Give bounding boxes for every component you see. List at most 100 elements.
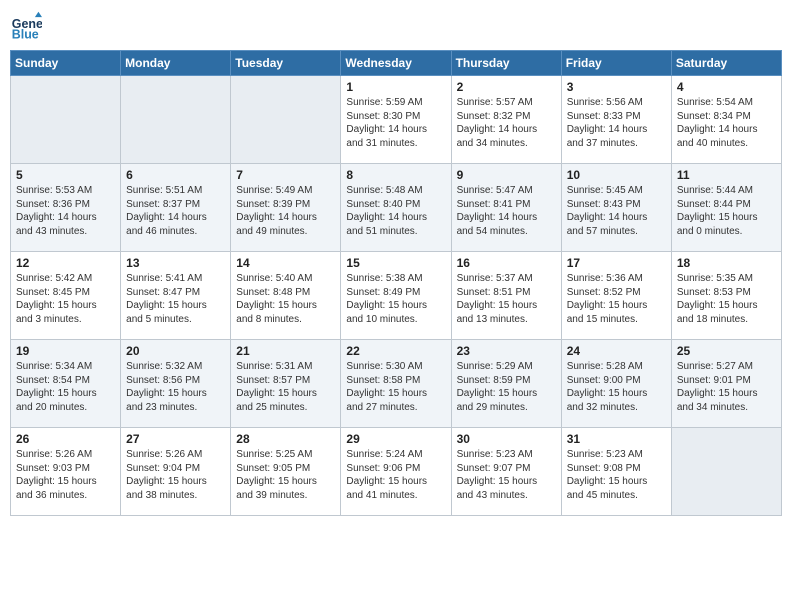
day-number: 15 <box>346 256 445 270</box>
day-number: 31 <box>567 432 666 446</box>
day-info: Sunrise: 5:53 AM Sunset: 8:36 PM Dayligh… <box>16 184 115 238</box>
calendar-cell: 5Sunrise: 5:53 AM Sunset: 8:36 PM Daylig… <box>11 164 121 252</box>
day-number: 11 <box>677 168 776 182</box>
weekday-header-saturday: Saturday <box>671 51 781 76</box>
calendar-table: SundayMondayTuesdayWednesdayThursdayFrid… <box>10 50 782 516</box>
day-info: Sunrise: 5:23 AM Sunset: 9:07 PM Dayligh… <box>457 448 556 502</box>
day-info: Sunrise: 5:45 AM Sunset: 8:43 PM Dayligh… <box>567 184 666 238</box>
day-info: Sunrise: 5:27 AM Sunset: 9:01 PM Dayligh… <box>677 360 776 414</box>
day-number: 26 <box>16 432 115 446</box>
calendar-cell <box>121 76 231 164</box>
calendar-cell: 4 Sunrise: 5:54 AM Sunset: 8:34 PM Daylig… <box>671 76 781 164</box>
logo: General Blue <box>10 10 46 42</box>
day-info: Sunrise: 5:49 AM Sunset: 8:39 PM Dayligh… <box>236 184 335 238</box>
calendar-cell: 19 Sunrise: 5:34 AM Sunset: 8:54 PM Dayli… <box>11 340 121 428</box>
day-number: 29 <box>346 432 445 446</box>
day-info: Sunrise: 5:25 AM Sunset: 9:05 PM Dayligh… <box>236 448 335 502</box>
day-info: Sunrise: 5:51 AM Sunset: 8:37 PM Dayligh… <box>126 184 225 238</box>
calendar-cell: 17 Sunrise: 5:36 AM Sunset: 8:52 PM Dayli… <box>561 252 671 340</box>
calendar-week-2: 5Sunrise: 5:53 AM Sunset: 8:36 PM Daylig… <box>11 164 782 252</box>
svg-text:Blue: Blue <box>12 27 39 41</box>
day-info: Sunrise: 5:31 AM Sunset: 8:57 PM Dayligh… <box>236 360 335 414</box>
day-info: Sunrise: 5:24 AM Sunset: 9:06 PM Dayligh… <box>346 448 445 502</box>
calendar-cell: 14 Sunrise: 5:40 AM Sunset: 8:48 PM Dayli… <box>231 252 341 340</box>
calendar-cell: 2Sunrise: 5:57 AM Sunset: 8:32 PM Daylig… <box>451 76 561 164</box>
day-number: 17 <box>567 256 666 270</box>
calendar-cell: 23 Sunrise: 5:29 AM Sunset: 8:59 PM Dayli… <box>451 340 561 428</box>
day-number: 23 <box>457 344 556 358</box>
day-info: Sunrise: 5:41 AM Sunset: 8:47 PM Dayligh… <box>126 272 225 326</box>
calendar-cell: 3Sunrise: 5:56 AM Sunset: 8:33 PM Daylig… <box>561 76 671 164</box>
calendar-cell: 26 Sunrise: 5:26 AM Sunset: 9:03 PM Dayli… <box>11 428 121 516</box>
calendar-cell: 31 Sunrise: 5:23 AM Sunset: 9:08 PM Dayli… <box>561 428 671 516</box>
page-header: General Blue <box>10 10 782 42</box>
day-number: 28 <box>236 432 335 446</box>
day-number: 9 <box>457 168 556 182</box>
day-info: Sunrise: 5:26 AM Sunset: 9:04 PM Dayligh… <box>126 448 225 502</box>
calendar-week-5: 26 Sunrise: 5:26 AM Sunset: 9:03 PM Dayli… <box>11 428 782 516</box>
calendar-cell: 24 Sunrise: 5:28 AM Sunset: 9:00 PM Dayli… <box>561 340 671 428</box>
calendar-cell: 29 Sunrise: 5:24 AM Sunset: 9:06 PM Dayli… <box>341 428 451 516</box>
day-number: 13 <box>126 256 225 270</box>
day-info: Sunrise: 5:37 AM Sunset: 8:51 PM Dayligh… <box>457 272 556 326</box>
calendar-cell: 7 Sunrise: 5:49 AM Sunset: 8:39 PM Daylig… <box>231 164 341 252</box>
calendar-cell: 15 Sunrise: 5:38 AM Sunset: 8:49 PM Dayli… <box>341 252 451 340</box>
day-info: Sunrise: 5:34 AM Sunset: 8:54 PM Dayligh… <box>16 360 115 414</box>
day-number: 18 <box>677 256 776 270</box>
day-info: Sunrise: 5:29 AM Sunset: 8:59 PM Dayligh… <box>457 360 556 414</box>
day-info: Sunrise: 5:42 AM Sunset: 8:45 PM Dayligh… <box>16 272 115 326</box>
day-info: Sunrise: 5:47 AM Sunset: 8:41 PM Dayligh… <box>457 184 556 238</box>
day-number: 19 <box>16 344 115 358</box>
calendar-cell: 8 Sunrise: 5:48 AM Sunset: 8:40 PM Daylig… <box>341 164 451 252</box>
calendar-cell <box>231 76 341 164</box>
day-info: Sunrise: 5:57 AM Sunset: 8:32 PM Dayligh… <box>457 96 556 150</box>
day-info: Sunrise: 5:59 AM Sunset: 8:30 PM Dayligh… <box>346 96 445 150</box>
day-number: 10 <box>567 168 666 182</box>
day-info: Sunrise: 5:48 AM Sunset: 8:40 PM Dayligh… <box>346 184 445 238</box>
day-info: Sunrise: 5:32 AM Sunset: 8:56 PM Dayligh… <box>126 360 225 414</box>
day-number: 6 <box>126 168 225 182</box>
calendar-cell: 10 Sunrise: 5:45 AM Sunset: 8:43 PM Dayli… <box>561 164 671 252</box>
day-number: 3 <box>567 80 666 94</box>
calendar-cell: 11 Sunrise: 5:44 AM Sunset: 8:44 PM Dayli… <box>671 164 781 252</box>
day-number: 14 <box>236 256 335 270</box>
day-info: Sunrise: 5:38 AM Sunset: 8:49 PM Dayligh… <box>346 272 445 326</box>
calendar-cell: 22Sunrise: 5:30 AM Sunset: 8:58 PM Dayli… <box>341 340 451 428</box>
day-number: 12 <box>16 256 115 270</box>
calendar-cell: 1 Sunrise: 5:59 AM Sunset: 8:30 PM Daylig… <box>341 76 451 164</box>
calendar-cell: 21 Sunrise: 5:31 AM Sunset: 8:57 PM Dayli… <box>231 340 341 428</box>
day-number: 27 <box>126 432 225 446</box>
calendar-cell: 18Sunrise: 5:35 AM Sunset: 8:53 PM Dayli… <box>671 252 781 340</box>
day-info: Sunrise: 5:26 AM Sunset: 9:03 PM Dayligh… <box>16 448 115 502</box>
calendar-cell <box>671 428 781 516</box>
day-info: Sunrise: 5:28 AM Sunset: 9:00 PM Dayligh… <box>567 360 666 414</box>
calendar-cell: 6 Sunrise: 5:51 AM Sunset: 8:37 PM Daylig… <box>121 164 231 252</box>
calendar-cell: 16 Sunrise: 5:37 AM Sunset: 8:51 PM Dayli… <box>451 252 561 340</box>
day-number: 30 <box>457 432 556 446</box>
day-number: 21 <box>236 344 335 358</box>
day-number: 7 <box>236 168 335 182</box>
day-number: 8 <box>346 168 445 182</box>
calendar-cell <box>11 76 121 164</box>
day-number: 20 <box>126 344 225 358</box>
day-info: Sunrise: 5:40 AM Sunset: 8:48 PM Dayligh… <box>236 272 335 326</box>
calendar-week-3: 12 Sunrise: 5:42 AM Sunset: 8:45 PM Dayli… <box>11 252 782 340</box>
day-number: 4 <box>677 80 776 94</box>
day-number: 16 <box>457 256 556 270</box>
day-info: Sunrise: 5:36 AM Sunset: 8:52 PM Dayligh… <box>567 272 666 326</box>
calendar-cell: 25Sunrise: 5:27 AM Sunset: 9:01 PM Dayli… <box>671 340 781 428</box>
day-info: Sunrise: 5:23 AM Sunset: 9:08 PM Dayligh… <box>567 448 666 502</box>
calendar-cell: 9 Sunrise: 5:47 AM Sunset: 8:41 PM Daylig… <box>451 164 561 252</box>
day-number: 24 <box>567 344 666 358</box>
day-info: Sunrise: 5:30 AM Sunset: 8:58 PM Dayligh… <box>346 360 445 414</box>
calendar-header: SundayMondayTuesdayWednesdayThursdayFrid… <box>11 51 782 76</box>
calendar-week-4: 19 Sunrise: 5:34 AM Sunset: 8:54 PM Dayli… <box>11 340 782 428</box>
day-info: Sunrise: 5:54 AM Sunset: 8:34 PM Dayligh… <box>677 96 776 150</box>
weekday-header-sunday: Sunday <box>11 51 121 76</box>
weekday-header-thursday: Thursday <box>451 51 561 76</box>
calendar-cell: 27 Sunrise: 5:26 AM Sunset: 9:04 PM Dayli… <box>121 428 231 516</box>
weekday-header-friday: Friday <box>561 51 671 76</box>
day-number: 1 <box>346 80 445 94</box>
calendar-cell: 13 Sunrise: 5:41 AM Sunset: 8:47 PM Dayli… <box>121 252 231 340</box>
day-info: Sunrise: 5:44 AM Sunset: 8:44 PM Dayligh… <box>677 184 776 238</box>
